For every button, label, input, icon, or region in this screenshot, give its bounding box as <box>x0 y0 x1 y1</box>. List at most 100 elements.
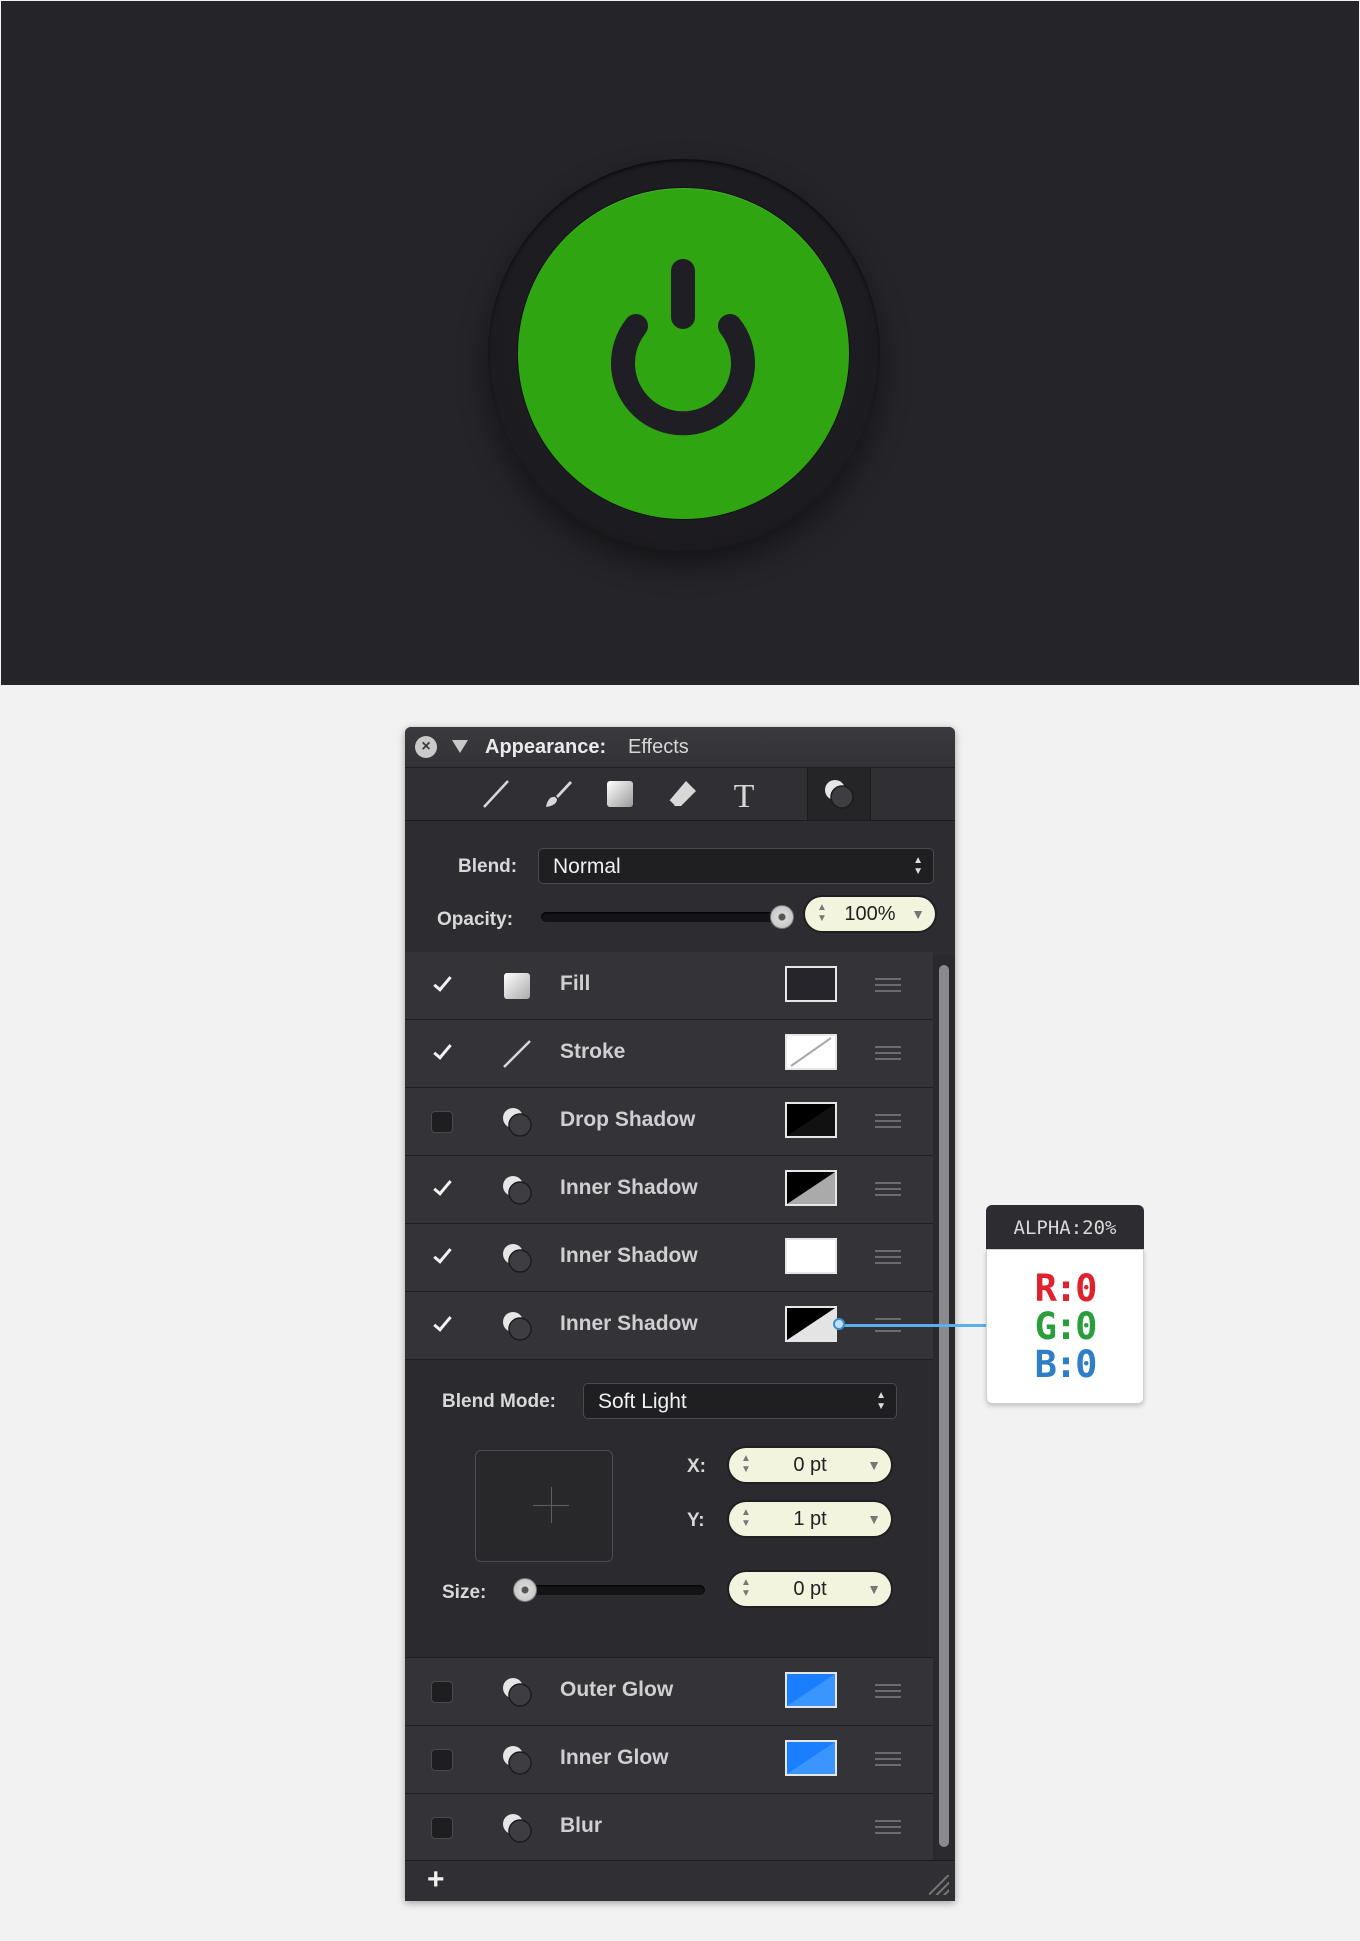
brush-tool-icon[interactable] <box>527 768 589 820</box>
effect-name: Inner Shadow <box>560 1176 698 1199</box>
effect-checkbox[interactable] <box>431 975 453 997</box>
size-slider-thumb[interactable] <box>513 1578 537 1602</box>
blend-label: Blend: <box>458 856 518 877</box>
callout-blue-value: B:0 <box>1034 1343 1098 1386</box>
effect-details: Blend Mode: Soft Light ▲ ▼ X: ▲ ▼ 0 pt ▼ Y… <box>405 1360 933 1658</box>
fill-icon <box>501 970 533 1002</box>
stepper-icon[interactable]: ▲ ▼ <box>741 1453 751 1475</box>
effect-circles-icon <box>501 1310 533 1342</box>
effect-color-swatch[interactable] <box>785 1306 837 1342</box>
panel-footer: + <box>405 1860 955 1901</box>
color-callout: R:0 G:0 B:0 <box>986 1249 1144 1404</box>
line-tool-icon[interactable] <box>465 768 527 820</box>
blend-mode-select[interactable]: Soft Light ▲ ▼ <box>583 1383 897 1419</box>
blend-mode-value: Soft Light <box>598 1390 687 1413</box>
reorder-handle-icon[interactable] <box>875 1046 901 1060</box>
y-label: Y: <box>687 1510 705 1531</box>
effect-row[interactable]: Fill <box>405 952 933 1020</box>
effect-checkbox[interactable] <box>431 1111 453 1133</box>
callout-green-value: G:0 <box>1034 1305 1098 1348</box>
panel-toolbar: T <box>405 768 955 821</box>
effect-color-swatch[interactable] <box>785 1102 837 1138</box>
stepper-icon[interactable]: ▲ ▼ <box>741 1507 751 1529</box>
effect-color-swatch[interactable] <box>785 1672 837 1708</box>
eraser-tool-icon[interactable] <box>651 768 713 820</box>
artboard <box>1 1 1359 685</box>
resize-grip-icon[interactable] <box>929 1875 949 1895</box>
add-effect-button[interactable]: + <box>427 1863 445 1897</box>
effect-color-swatch[interactable] <box>785 1034 837 1070</box>
x-field[interactable]: ▲ ▼ 0 pt ▼ <box>729 1448 891 1482</box>
select-arrows-icon: ▲ ▼ <box>913 855 923 877</box>
callout-anchor-dot <box>833 1318 845 1330</box>
effect-row[interactable]: Outer Glow <box>405 1658 933 1726</box>
effect-row[interactable]: Stroke <box>405 1020 933 1088</box>
effect-name: Drop Shadow <box>560 1108 696 1131</box>
effect-name: Outer Glow <box>560 1678 674 1701</box>
effect-circles-icon <box>501 1676 533 1708</box>
effect-name: Fill <box>560 972 591 995</box>
power-button[interactable] <box>518 188 849 519</box>
dropdown-icon[interactable]: ▼ <box>911 897 925 931</box>
reorder-handle-icon[interactable] <box>875 1820 901 1834</box>
stroke-icon <box>501 1038 533 1070</box>
effect-checkbox[interactable] <box>431 1247 453 1269</box>
effect-color-swatch[interactable] <box>785 1740 837 1776</box>
effect-row[interactable]: Drop Shadow <box>405 1088 933 1156</box>
reorder-handle-icon[interactable] <box>875 1114 901 1128</box>
svg-text:T: T <box>734 778 755 810</box>
opacity-field[interactable]: ▲ ▼ 100% ▼ <box>805 897 935 931</box>
opacity-slider-thumb[interactable] <box>770 905 794 929</box>
y-field[interactable]: ▲ ▼ 1 pt ▼ <box>729 1502 891 1536</box>
effect-row[interactable]: Blur <box>405 1794 933 1862</box>
scrollbar[interactable] <box>933 955 955 1861</box>
reorder-handle-icon[interactable] <box>875 978 901 992</box>
effect-name: Inner Shadow <box>560 1244 698 1267</box>
effect-checkbox[interactable] <box>431 1315 453 1337</box>
effects-icon[interactable] <box>807 768 871 820</box>
panel-title: Appearance: <box>485 736 607 758</box>
reorder-handle-icon[interactable] <box>875 1182 901 1196</box>
effect-checkbox[interactable] <box>431 1681 453 1703</box>
callout-red-value: R:0 <box>1034 1267 1098 1310</box>
effect-checkbox[interactable] <box>431 1749 453 1771</box>
stepper-icon[interactable]: ▲ ▼ <box>817 902 827 924</box>
effect-color-swatch[interactable] <box>785 966 837 1002</box>
effect-circles-icon <box>501 1744 533 1776</box>
dropdown-icon[interactable]: ▼ <box>867 1448 881 1482</box>
blend-select[interactable]: Normal ▲ ▼ <box>538 848 934 884</box>
callout-leader-line <box>838 1324 986 1327</box>
stepper-icon[interactable]: ▲ ▼ <box>741 1577 751 1599</box>
size-field[interactable]: ▲ ▼ 0 pt ▼ <box>729 1572 891 1606</box>
dropdown-icon[interactable]: ▼ <box>867 1502 881 1536</box>
effect-row[interactable]: Inner Shadow <box>405 1156 933 1224</box>
scrollbar-thumb[interactable] <box>939 965 949 1847</box>
blend-value: Normal <box>553 855 621 878</box>
text-tool-icon[interactable]: T <box>713 768 775 820</box>
close-icon[interactable]: × <box>415 736 437 758</box>
size-slider[interactable] <box>515 1585 705 1595</box>
effect-circles-icon <box>501 1812 533 1844</box>
effect-name: Inner Shadow <box>560 1312 698 1335</box>
effect-checkbox[interactable] <box>431 1817 453 1839</box>
panel-titlebar[interactable]: × Appearance: Effects <box>405 727 955 768</box>
reorder-handle-icon[interactable] <box>875 1250 901 1264</box>
effect-color-swatch[interactable] <box>785 1238 837 1274</box>
offset-pad[interactable] <box>475 1450 613 1562</box>
x-label: X: <box>687 1456 706 1477</box>
opacity-slider[interactable] <box>541 912 781 922</box>
dropdown-icon[interactable]: ▼ <box>867 1572 881 1606</box>
reorder-handle-icon[interactable] <box>875 1684 901 1698</box>
power-button-bezel <box>488 159 880 551</box>
blend-mode-label: Blend Mode: <box>442 1391 556 1412</box>
square-fill-icon[interactable] <box>589 768 651 820</box>
effect-checkbox[interactable] <box>431 1179 453 1201</box>
effect-checkbox[interactable] <box>431 1043 453 1065</box>
effect-row[interactable]: Inner Shadow <box>405 1224 933 1292</box>
effect-color-swatch[interactable] <box>785 1170 837 1206</box>
disclosure-triangle-icon[interactable] <box>452 740 468 753</box>
reorder-handle-icon[interactable] <box>875 1752 901 1766</box>
effect-circles-icon <box>501 1242 533 1274</box>
effect-row[interactable]: Inner Glow <box>405 1726 933 1794</box>
opacity-label: Opacity: <box>437 909 514 930</box>
